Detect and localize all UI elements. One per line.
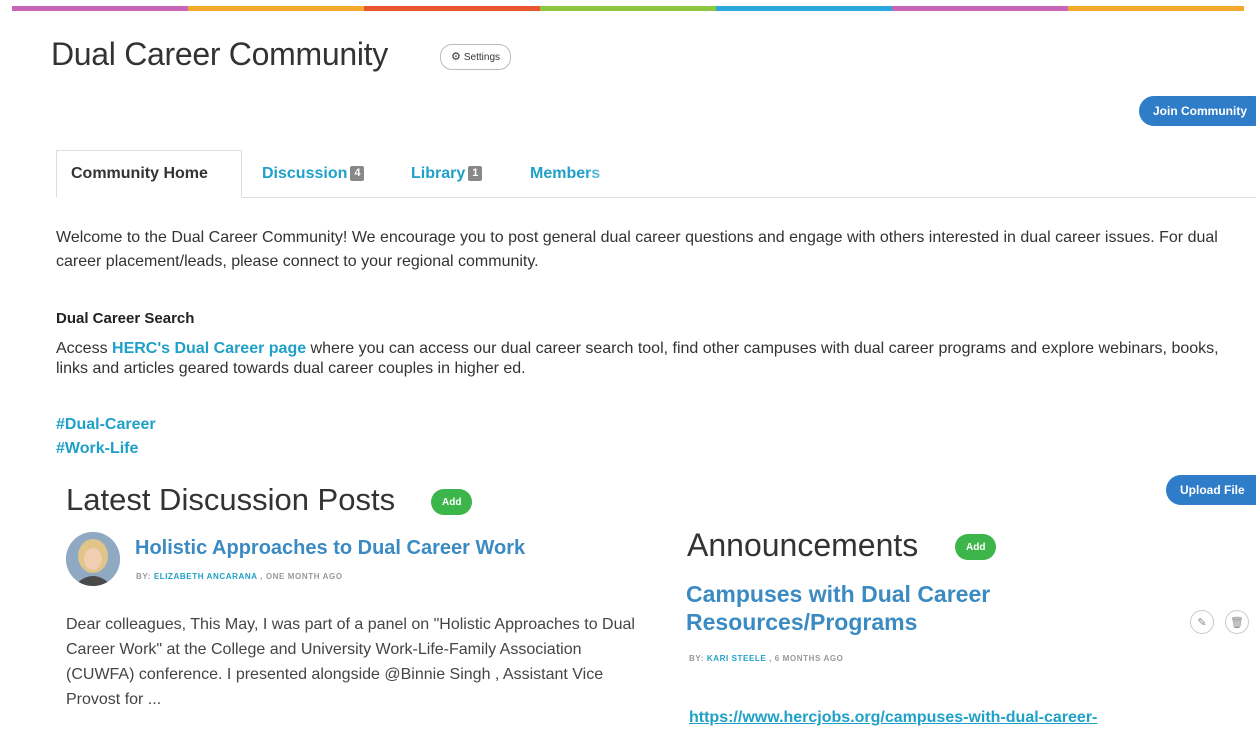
upload-file-button[interactable]: Upload File — [1166, 475, 1256, 505]
library-count-badge: 1 — [468, 166, 483, 181]
tab-community-home[interactable]: Community Home — [56, 150, 242, 198]
post-excerpt: Dear colleagues, This May, I was part of… — [66, 616, 635, 708]
announcements-heading: Announcements — [687, 527, 919, 563]
latest-discussion-heading: Latest Discussion Posts — [66, 482, 396, 517]
discussion-post-title[interactable]: Holistic Approaches to Dual Career Work — [135, 537, 525, 560]
post-meta: BY: ELIZABETH ANCARANA , ONE MONTH AGO — [136, 572, 343, 581]
welcome-text: Welcome to the Dual Career Community! We… — [56, 229, 1218, 270]
add-discussion-button[interactable]: Add — [431, 489, 473, 515]
author-avatar[interactable] — [66, 532, 120, 586]
settings-label: Settings — [463, 51, 501, 63]
announcement-meta: BY: KARI STEELE , 6 MONTHS AGO — [689, 654, 844, 663]
dual-career-search-heading: Dual Career Search — [56, 310, 195, 327]
tab-library[interactable]: Library 1 — [411, 150, 483, 197]
edit-pencil-icon[interactable]: ✎ — [1190, 610, 1214, 634]
add-announcement-button[interactable]: Add — [955, 534, 997, 560]
tab-discussion[interactable]: Discussion 4 — [262, 150, 365, 197]
gear-icon: ⚙ — [451, 50, 461, 63]
herc-dual-career-link[interactable]: HERC's Dual Career page — [112, 340, 306, 357]
post-author-link[interactable]: ELIZABETH ANCARANA — [154, 572, 258, 581]
join-community-button[interactable]: Join Community — [1139, 96, 1256, 126]
community-tabs: Community Home Discussion 4 Library 1 Me… — [56, 150, 1256, 198]
tag-work-life[interactable]: #Work-Life — [56, 440, 138, 458]
discussion-count-badge: 4 — [350, 166, 365, 181]
announcement-link[interactable]: https://www.hercjobs.org/campuses-with-d… — [689, 709, 1097, 727]
delete-trash-icon[interactable]: 🗑 — [1225, 610, 1249, 634]
dual-career-search-text: Access HERC's Dual Career page where you… — [56, 340, 1219, 377]
accent-color-bar — [12, 6, 1244, 11]
tag-dual-career[interactable]: #Dual-Career — [56, 416, 156, 434]
announcement-author-link[interactable]: KARI STEELE — [707, 654, 767, 663]
announcement-title[interactable]: Campuses with Dual Career Resources/Prog… — [686, 580, 1106, 636]
page-title: Dual Career Community — [51, 36, 388, 72]
settings-button[interactable]: ⚙ Settings — [440, 44, 512, 70]
